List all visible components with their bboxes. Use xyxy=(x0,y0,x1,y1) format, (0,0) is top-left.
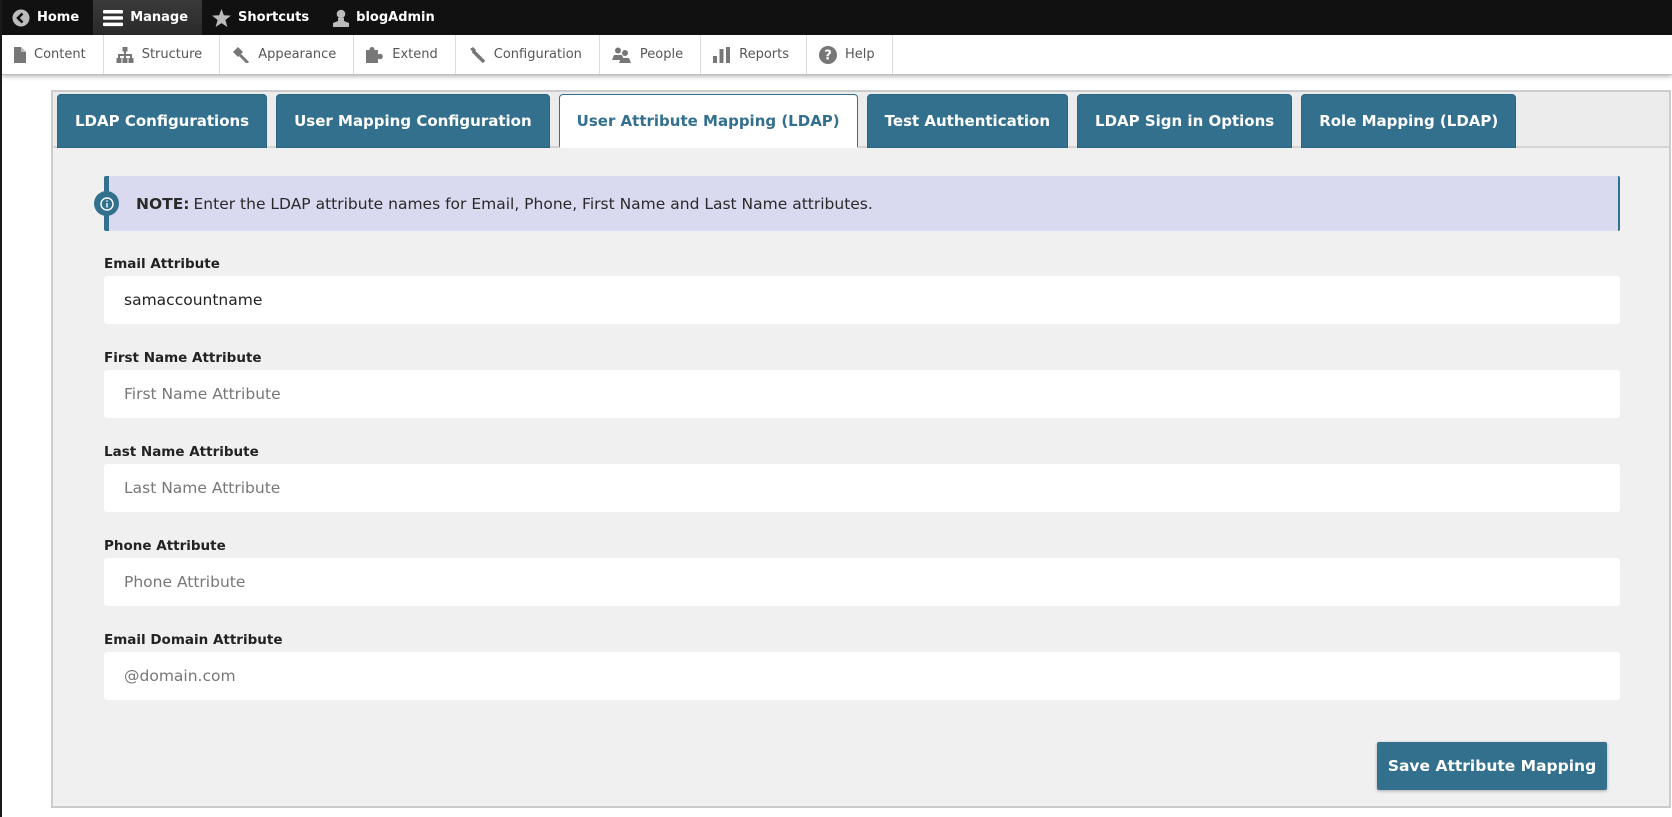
tray-people[interactable]: People xyxy=(600,35,702,74)
tab-user-attribute-mapping[interactable]: User Attribute Mapping (LDAP) xyxy=(558,94,858,148)
user-icon xyxy=(333,9,350,27)
first-name-attribute-input[interactable] xyxy=(104,370,1620,418)
tray-reports[interactable]: Reports xyxy=(701,35,807,74)
note-box: NOTE: Enter the LDAP attribute names for… xyxy=(94,176,1620,231)
toolbar-manage[interactable]: Manage xyxy=(93,0,203,35)
tray-content-label: Content xyxy=(34,47,86,62)
tray-appearance-label: Appearance xyxy=(258,47,337,62)
email-attribute-group: Email Attribute xyxy=(104,256,1620,324)
tray-configuration-label: Configuration xyxy=(493,47,582,62)
bar-chart-icon xyxy=(713,46,731,63)
note-prefix: NOTE: xyxy=(136,194,190,213)
tray-reports-label: Reports xyxy=(739,47,789,62)
tab-ldap-configurations[interactable]: LDAP Configurations xyxy=(57,94,268,148)
toolbar-shortcuts-label: Shortcuts xyxy=(238,10,310,25)
toolbar-home-label: Home xyxy=(37,10,80,25)
email-domain-attribute-group: Email Domain Attribute xyxy=(104,632,1620,700)
tray-content[interactable]: Content xyxy=(2,35,104,74)
tray-extend-label: Extend xyxy=(392,47,438,62)
help-icon: ? xyxy=(819,45,837,64)
email-domain-attribute-input[interactable] xyxy=(104,652,1620,700)
first-name-attribute-group: First Name Attribute xyxy=(104,350,1620,418)
email-attribute-label: Email Attribute xyxy=(104,256,220,272)
save-attribute-mapping-button[interactable]: Save Attribute Mapping xyxy=(1377,742,1607,790)
toolbar-home[interactable]: Home xyxy=(2,0,93,35)
tab-test-authentication[interactable]: Test Authentication xyxy=(866,94,1069,148)
tab-bar: LDAP Configurations User Mapping Configu… xyxy=(53,92,1669,148)
tray-extend[interactable]: Extend xyxy=(354,35,456,74)
info-icon xyxy=(94,191,119,216)
tray-configuration[interactable]: Configuration xyxy=(456,35,600,74)
svg-text:?: ? xyxy=(824,48,832,63)
tray-structure-label: Structure xyxy=(141,47,203,62)
wrench-icon xyxy=(468,46,486,63)
admin-tray: Content Structure Appearance Extend Conf… xyxy=(2,35,1672,75)
tab-role-mapping[interactable]: Role Mapping (LDAP) xyxy=(1301,94,1517,148)
first-name-attribute-label: First Name Attribute xyxy=(104,350,262,366)
tab-user-mapping-configuration[interactable]: User Mapping Configuration xyxy=(276,94,550,148)
file-icon xyxy=(14,46,26,63)
phone-attribute-label: Phone Attribute xyxy=(104,538,226,554)
puzzle-icon xyxy=(366,46,384,63)
tray-help-label: Help xyxy=(845,47,875,62)
tray-help[interactable]: ? Help xyxy=(807,35,893,74)
toolbar-shortcuts[interactable]: Shortcuts xyxy=(202,0,323,35)
toolbar-manage-label: Manage xyxy=(130,10,189,25)
note-text: Enter the LDAP attribute names for Email… xyxy=(193,194,873,213)
last-name-attribute-input[interactable] xyxy=(104,464,1620,512)
tab-ldap-sign-in-options[interactable]: LDAP Sign in Options xyxy=(1077,94,1293,148)
star-icon xyxy=(212,8,231,27)
toolbar-user[interactable]: blogAdmin xyxy=(323,0,449,35)
menu-icon xyxy=(103,9,124,27)
phone-attribute-input[interactable] xyxy=(104,558,1620,606)
content-panel: LDAP Configurations User Mapping Configu… xyxy=(51,90,1671,808)
tray-people-label: People xyxy=(639,47,684,62)
email-attribute-input[interactable] xyxy=(104,276,1620,324)
last-name-attribute-group: Last Name Attribute xyxy=(104,444,1620,512)
tray-appearance[interactable]: Appearance xyxy=(220,35,355,74)
email-domain-attribute-label: Email Domain Attribute xyxy=(104,632,283,648)
back-circle-icon xyxy=(12,9,30,27)
toolbar-user-label: blogAdmin xyxy=(356,10,435,25)
admin-toolbar: Home Manage Shortcuts blogAdmin xyxy=(2,0,1672,35)
sitemap-icon xyxy=(116,46,134,63)
tray-structure[interactable]: Structure xyxy=(104,35,221,74)
phone-attribute-group: Phone Attribute xyxy=(104,538,1620,606)
last-name-attribute-label: Last Name Attribute xyxy=(104,444,259,460)
people-icon xyxy=(611,47,632,63)
paint-brush-icon xyxy=(232,46,250,63)
